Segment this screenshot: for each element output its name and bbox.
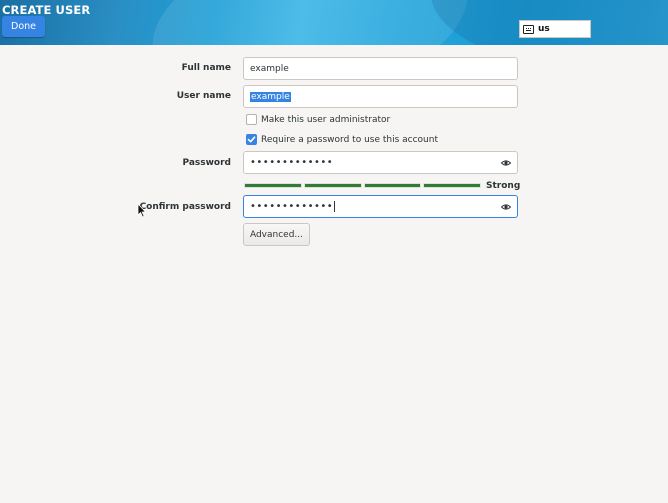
confirm-password-field[interactable]: ••••••••••••• [243,195,518,218]
page-title: CREATE USER [2,3,91,17]
checkmark-icon [247,136,256,143]
full-name-label: Full name [181,63,231,73]
strength-segment [363,183,422,188]
keyboard-layout-label: us [538,24,550,34]
eye-icon[interactable] [501,202,511,212]
text-caret [334,201,336,212]
full-name-field[interactable]: example [243,57,518,80]
require-password-label: Require a password to use this account [261,134,438,145]
require-password-checkbox[interactable] [246,134,257,145]
password-strength-bar [244,183,481,188]
admin-checkbox-row[interactable]: Make this user administrator [246,114,390,125]
mouse-pointer-icon [137,203,147,218]
keyboard-icon [523,24,534,34]
password-field[interactable]: ••••••••••••• [243,151,518,174]
admin-checkbox-label: Make this user administrator [261,114,391,125]
user-name-label: User name [176,91,231,101]
password-strength-label: Strong [486,181,521,191]
require-password-checkbox-row[interactable]: Require a password to use this account [246,134,438,145]
eye-icon[interactable] [501,158,511,168]
full-name-value: example [250,63,289,74]
done-button[interactable]: Done [2,16,45,37]
advanced-button[interactable]: Advanced... [243,223,310,246]
password-value: ••••••••••••• [250,156,334,168]
confirm-password-value: ••••••••••••• [250,200,334,212]
keyboard-layout-indicator[interactable]: us [519,20,591,38]
confirm-password-label: Confirm password [139,202,231,212]
strength-segment [423,183,481,188]
strength-segment [303,183,362,188]
header-decoration [136,0,484,45]
user-name-field[interactable]: example [243,85,518,108]
user-name-value: example [250,91,291,102]
header-bar: CREATE USER Done us [0,0,668,45]
admin-checkbox[interactable] [246,114,257,125]
strength-segment [244,183,302,188]
password-label: Password [182,158,231,168]
